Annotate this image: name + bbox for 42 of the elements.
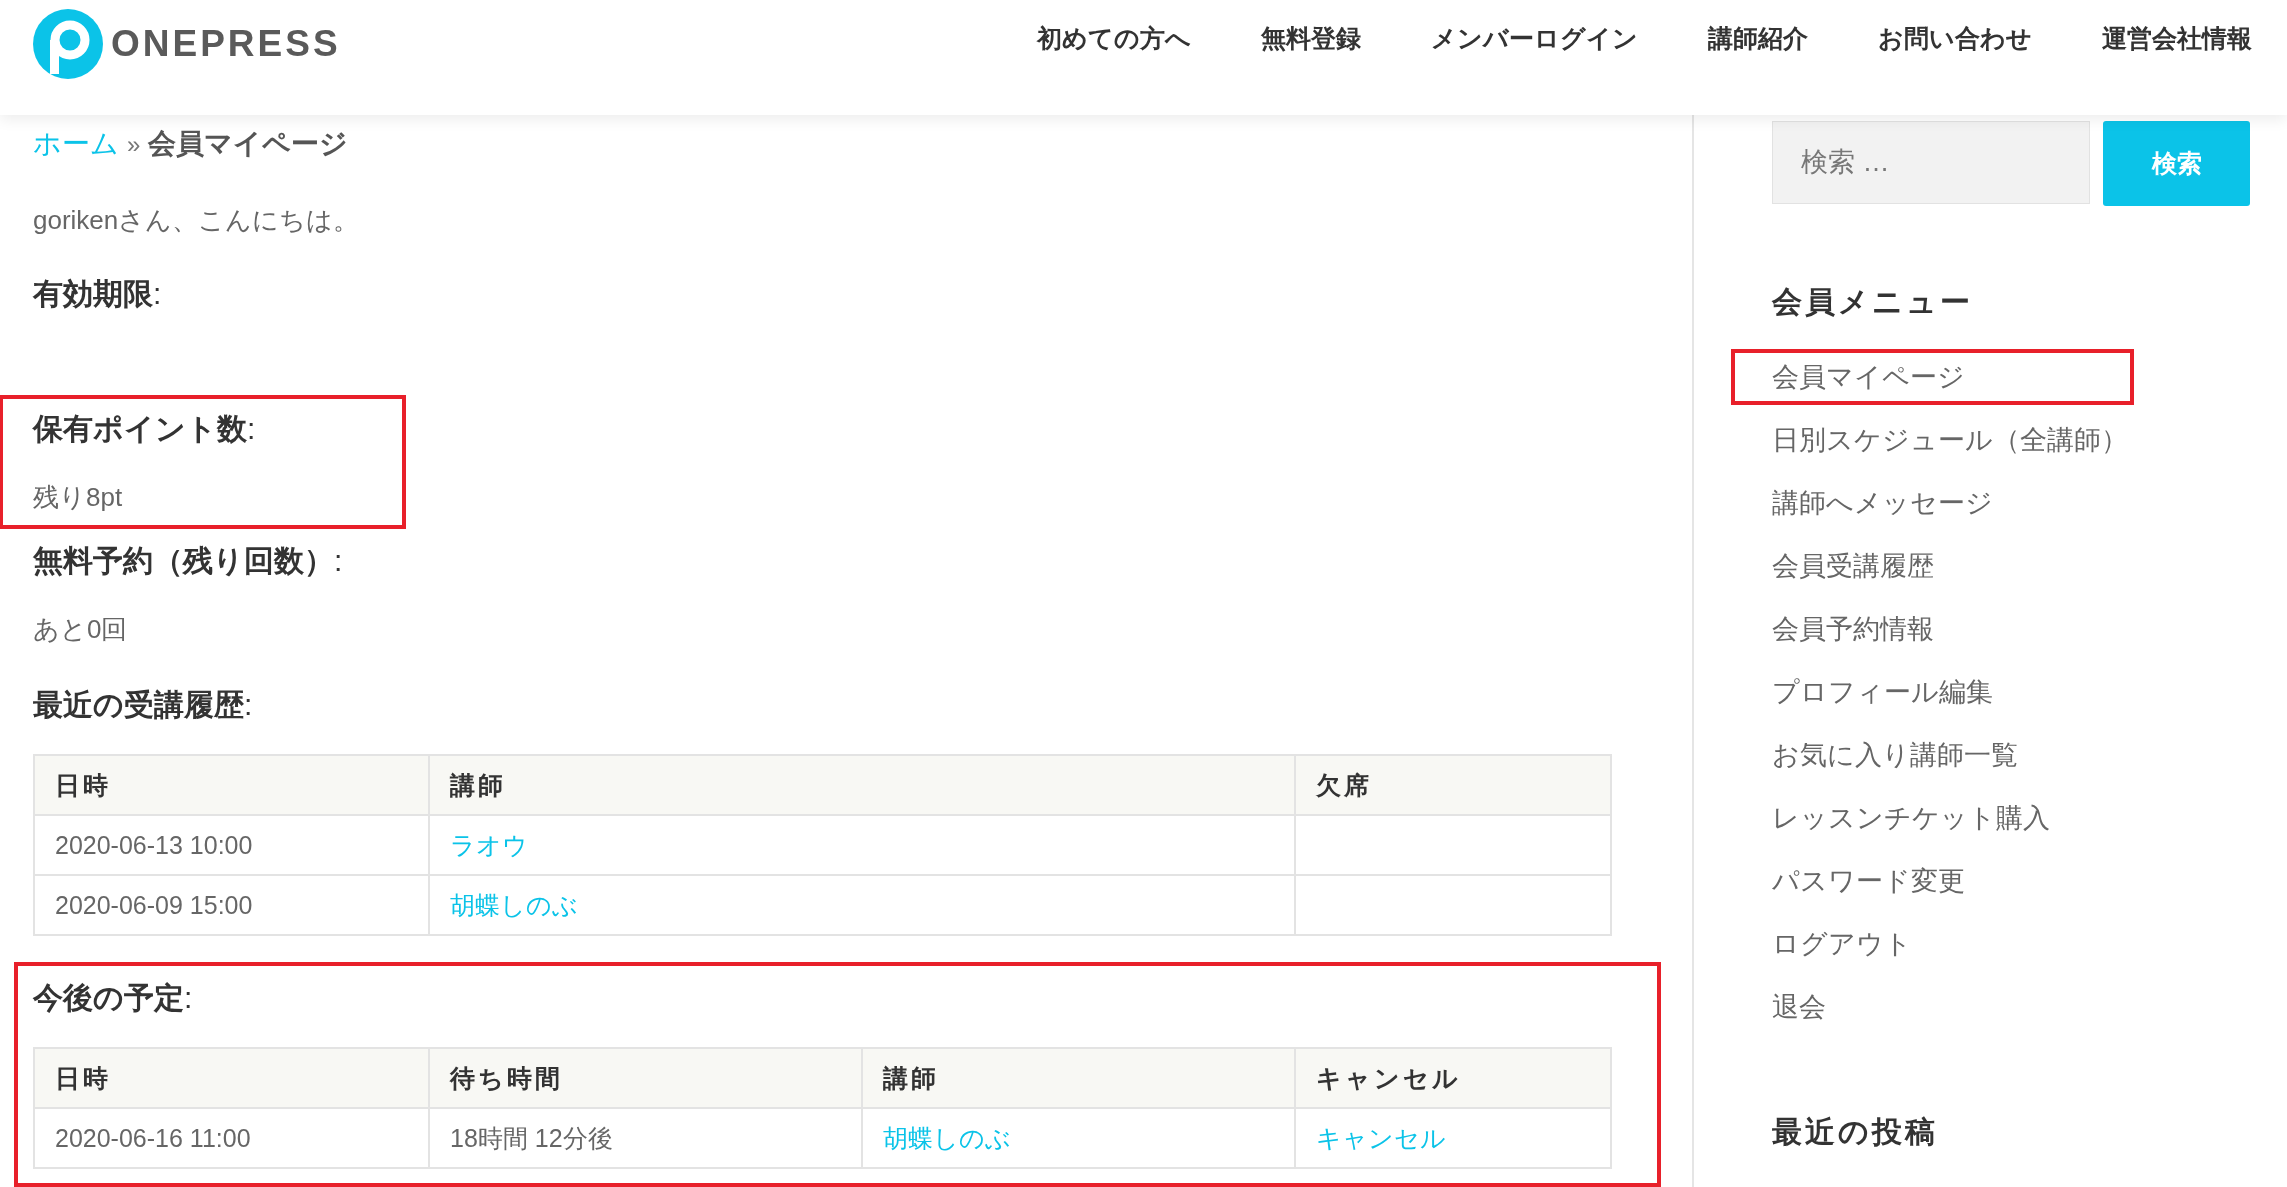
breadcrumb-separator: » (127, 131, 141, 159)
section-value: 残り8pt (33, 481, 124, 514)
nav-link[interactable]: 運営会社情報 (2102, 22, 2252, 55)
sidebar-menu-link[interactable]: パスワード変更 (1772, 856, 1965, 905)
column-header: 欠席 (1295, 755, 1611, 815)
logo-icon[interactable] (33, 9, 103, 79)
column-header: 講師 (862, 1048, 1295, 1108)
sidebar-menu-link[interactable]: 講師へメッセージ (1772, 478, 1993, 527)
section-heading: 最近の受講履歴: (33, 687, 254, 723)
nav-link[interactable]: お問い合わせ (1878, 22, 2032, 55)
sidebar-menu-link[interactable]: 会員予約情報 (1772, 604, 1934, 653)
sidebar-menu-link[interactable]: ログアウト (1772, 919, 1912, 968)
column-header: キャンセル (1295, 1048, 1611, 1108)
section-heading: 無料予約（残り回数）: (33, 543, 344, 579)
section-heading: 今後の予定: (33, 980, 194, 1016)
column-header: 講師 (429, 755, 1295, 815)
table-cell-text: 2020-06-16 11:00 (55, 1123, 251, 1152)
column-header: 待ち時間 (429, 1048, 862, 1108)
column-header: 日時 (34, 755, 429, 815)
nav-link[interactable]: 講師紹介 (1708, 22, 1808, 55)
widget-title: 会員メニュー (1772, 284, 1974, 320)
nav-link[interactable]: 初めての方へ (1037, 22, 1191, 55)
nav-link[interactable]: 無料登録 (1261, 22, 1361, 55)
table-cell-text: 2020-06-13 10:00 (55, 830, 253, 859)
table-cell-text: 18時間 12分後 (450, 1123, 613, 1152)
section-heading: 有効期限: (33, 276, 163, 312)
breadcrumb-current: 会員マイページ (148, 127, 349, 161)
table-cell-text: 2020-06-09 15:00 (55, 890, 253, 919)
sidebar-menu-link[interactable]: お気に入り講師一覧 (1772, 730, 2018, 779)
column-header: 日時 (34, 1048, 429, 1108)
sidebar-menu-link[interactable]: 日別スケジュール（全講師） (1772, 415, 2128, 464)
sidebar-menu-link[interactable]: 退会 (1772, 982, 1826, 1031)
search-field[interactable]: 検索 … (1772, 121, 2090, 204)
section-heading: 保有ポイント数: (33, 411, 257, 447)
nav-link[interactable]: メンバーログイン (1431, 22, 1638, 55)
logo-text[interactable]: ONEPRESS (111, 23, 341, 65)
sidebar-menu-link[interactable]: レッスンチケット購入 (1772, 793, 2050, 842)
widget-title: 最近の投稿 (1772, 1114, 1939, 1150)
sidebar-menu-link[interactable]: プロフィール編集 (1772, 667, 1993, 716)
sidebar-menu-link[interactable]: 会員受講履歴 (1772, 541, 1934, 590)
greeting-text: gorikenさん、こんにちは。 (33, 204, 361, 237)
section-value: あと0回 (33, 613, 129, 646)
